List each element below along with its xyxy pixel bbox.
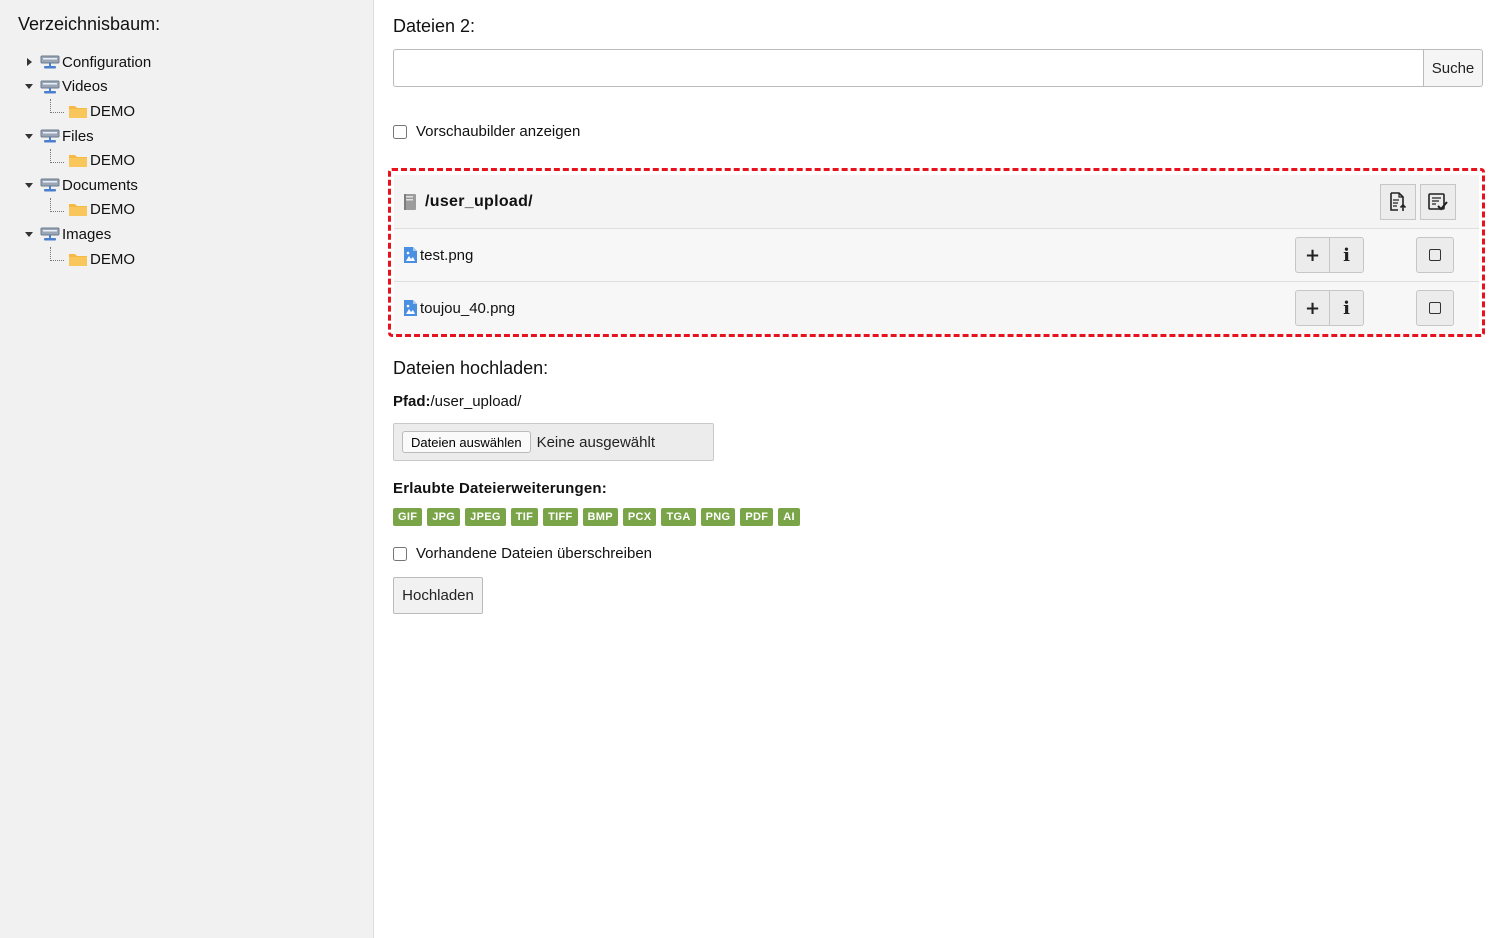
extension-badge: AI — [778, 508, 800, 526]
storage-drive-icon — [40, 55, 60, 69]
image-file-icon — [404, 300, 417, 316]
tree-node-label: Videos — [62, 78, 108, 96]
collapse-caret-icon[interactable] — [22, 227, 36, 241]
file-list-panel: /user_upload/ test.png + i toujou_40.png… — [388, 168, 1485, 337]
tree-node-files[interactable]: Files — [22, 124, 151, 149]
extension-badge: TIFF — [543, 508, 578, 526]
preview-checkbox[interactable] — [393, 124, 407, 139]
sidebar: Verzeichnisbaum: Configuration Videos DE… — [0, 0, 374, 938]
storage-drive-icon — [40, 129, 60, 143]
expand-caret-icon[interactable] — [22, 55, 36, 69]
tree-node-label: DEMO — [90, 152, 135, 170]
file-info-button[interactable]: i — [1329, 237, 1364, 273]
extension-badge: PNG — [700, 508, 736, 526]
extension-badge: BMP — [582, 508, 618, 526]
select-all-icon — [1428, 193, 1448, 211]
allowed-extensions-title: Erlaubte Dateierweiterungen: — [393, 480, 607, 497]
folder-icon — [69, 253, 87, 266]
folder-icon — [69, 204, 87, 217]
storage-drive-icon — [40, 227, 60, 241]
extension-badge: TIF — [510, 508, 539, 526]
tree-node-videos[interactable]: Videos — [22, 75, 151, 100]
path-value: /user_upload/ — [430, 393, 522, 410]
select-file-button[interactable] — [1416, 237, 1454, 273]
tree-node-label: Files — [62, 127, 94, 145]
preview-checkbox-label: Vorschaubilder anzeigen — [416, 123, 581, 140]
tree-node-images[interactable]: Images — [22, 222, 151, 247]
upload-title: Dateien hochladen: — [393, 358, 549, 378]
folder-icon — [69, 155, 87, 168]
tree-connector — [50, 148, 64, 163]
tree-node-label: DEMO — [90, 250, 135, 268]
directory-tree: Configuration Videos DEMO Files DEMO Doc… — [22, 50, 151, 271]
upload-path: Pfad:/user_upload/ — [393, 393, 521, 410]
folder-icon — [69, 105, 87, 118]
overwrite-checkbox-label: Vorhandene Dateien überschreiben — [416, 545, 653, 562]
choose-files-status: Keine ausgewählt — [536, 433, 655, 451]
upload-file-button[interactable] — [1380, 184, 1416, 220]
directory-path: /user_upload/ — [425, 192, 533, 210]
upload-submit-button[interactable]: Hochladen — [393, 577, 483, 614]
tree-node-label: Images — [62, 225, 112, 243]
checkbox-icon — [1429, 302, 1441, 314]
search-bar: Suche — [393, 49, 1483, 87]
tree-connector — [50, 197, 64, 212]
tree-connector — [50, 99, 64, 114]
collapse-caret-icon[interactable] — [22, 129, 36, 143]
tree-node-images-demo[interactable]: DEMO — [22, 247, 151, 272]
file-info-button[interactable]: i — [1329, 290, 1364, 326]
add-file-button[interactable]: + — [1295, 290, 1330, 326]
choose-files-button[interactable]: Dateien auswählen — [402, 431, 531, 453]
select-all-button[interactable] — [1420, 184, 1456, 220]
tree-node-videos-demo[interactable]: DEMO — [22, 99, 151, 124]
allowed-extensions-list: GIF JPG JPEG TIF TIFF BMP PCX TGA PNG PD… — [393, 508, 800, 526]
tree-node-label: Configuration — [62, 53, 152, 71]
preview-toggle[interactable]: Vorschaubilder anzeigen — [393, 123, 580, 140]
tree-node-label: DEMO — [90, 201, 135, 219]
collapse-caret-icon[interactable] — [22, 80, 36, 94]
file-name[interactable]: toujou_40.png — [420, 300, 515, 317]
tree-node-documents[interactable]: Documents — [22, 173, 151, 198]
tree-connector — [50, 247, 64, 262]
extension-badge: TGA — [661, 508, 696, 526]
sidebar-title: Verzeichnisbaum: — [18, 14, 161, 34]
search-button[interactable]: Suche — [1423, 49, 1483, 87]
image-file-icon — [404, 247, 417, 263]
tree-node-configuration[interactable]: Configuration — [22, 50, 151, 75]
extension-badge: PDF — [740, 508, 774, 526]
file-row: test.png + i — [394, 229, 1479, 282]
tree-node-documents-demo[interactable]: DEMO — [22, 197, 151, 223]
storage-drive-icon — [40, 178, 60, 192]
select-file-button[interactable] — [1416, 290, 1454, 326]
upload-file-icon — [1390, 192, 1407, 211]
extension-badge: PCX — [622, 508, 657, 526]
add-file-button[interactable]: + — [1295, 237, 1330, 273]
files-title: Dateien 2: — [393, 16, 476, 36]
directory-icon — [404, 193, 416, 210]
file-picker[interactable]: Dateien auswählen Keine ausgewählt — [393, 423, 714, 461]
overwrite-toggle[interactable]: Vorhandene Dateien überschreiben — [393, 545, 652, 562]
tree-node-label: DEMO — [90, 102, 135, 120]
directory-header: /user_upload/ — [394, 175, 1479, 229]
extension-badge: GIF — [393, 508, 423, 526]
file-name[interactable]: test.png — [420, 247, 473, 264]
storage-drive-icon — [40, 80, 60, 94]
file-row: toujou_40.png + i — [394, 282, 1479, 334]
checkbox-icon — [1429, 249, 1441, 261]
collapse-caret-icon[interactable] — [22, 178, 36, 192]
overwrite-checkbox[interactable] — [393, 546, 407, 561]
search-input[interactable] — [393, 49, 1423, 87]
path-label: Pfad: — [393, 393, 431, 410]
extension-badge: JPEG — [465, 508, 506, 526]
extension-badge: JPG — [427, 508, 461, 526]
tree-node-files-demo[interactable]: DEMO — [22, 148, 151, 173]
tree-node-label: Documents — [62, 176, 138, 194]
